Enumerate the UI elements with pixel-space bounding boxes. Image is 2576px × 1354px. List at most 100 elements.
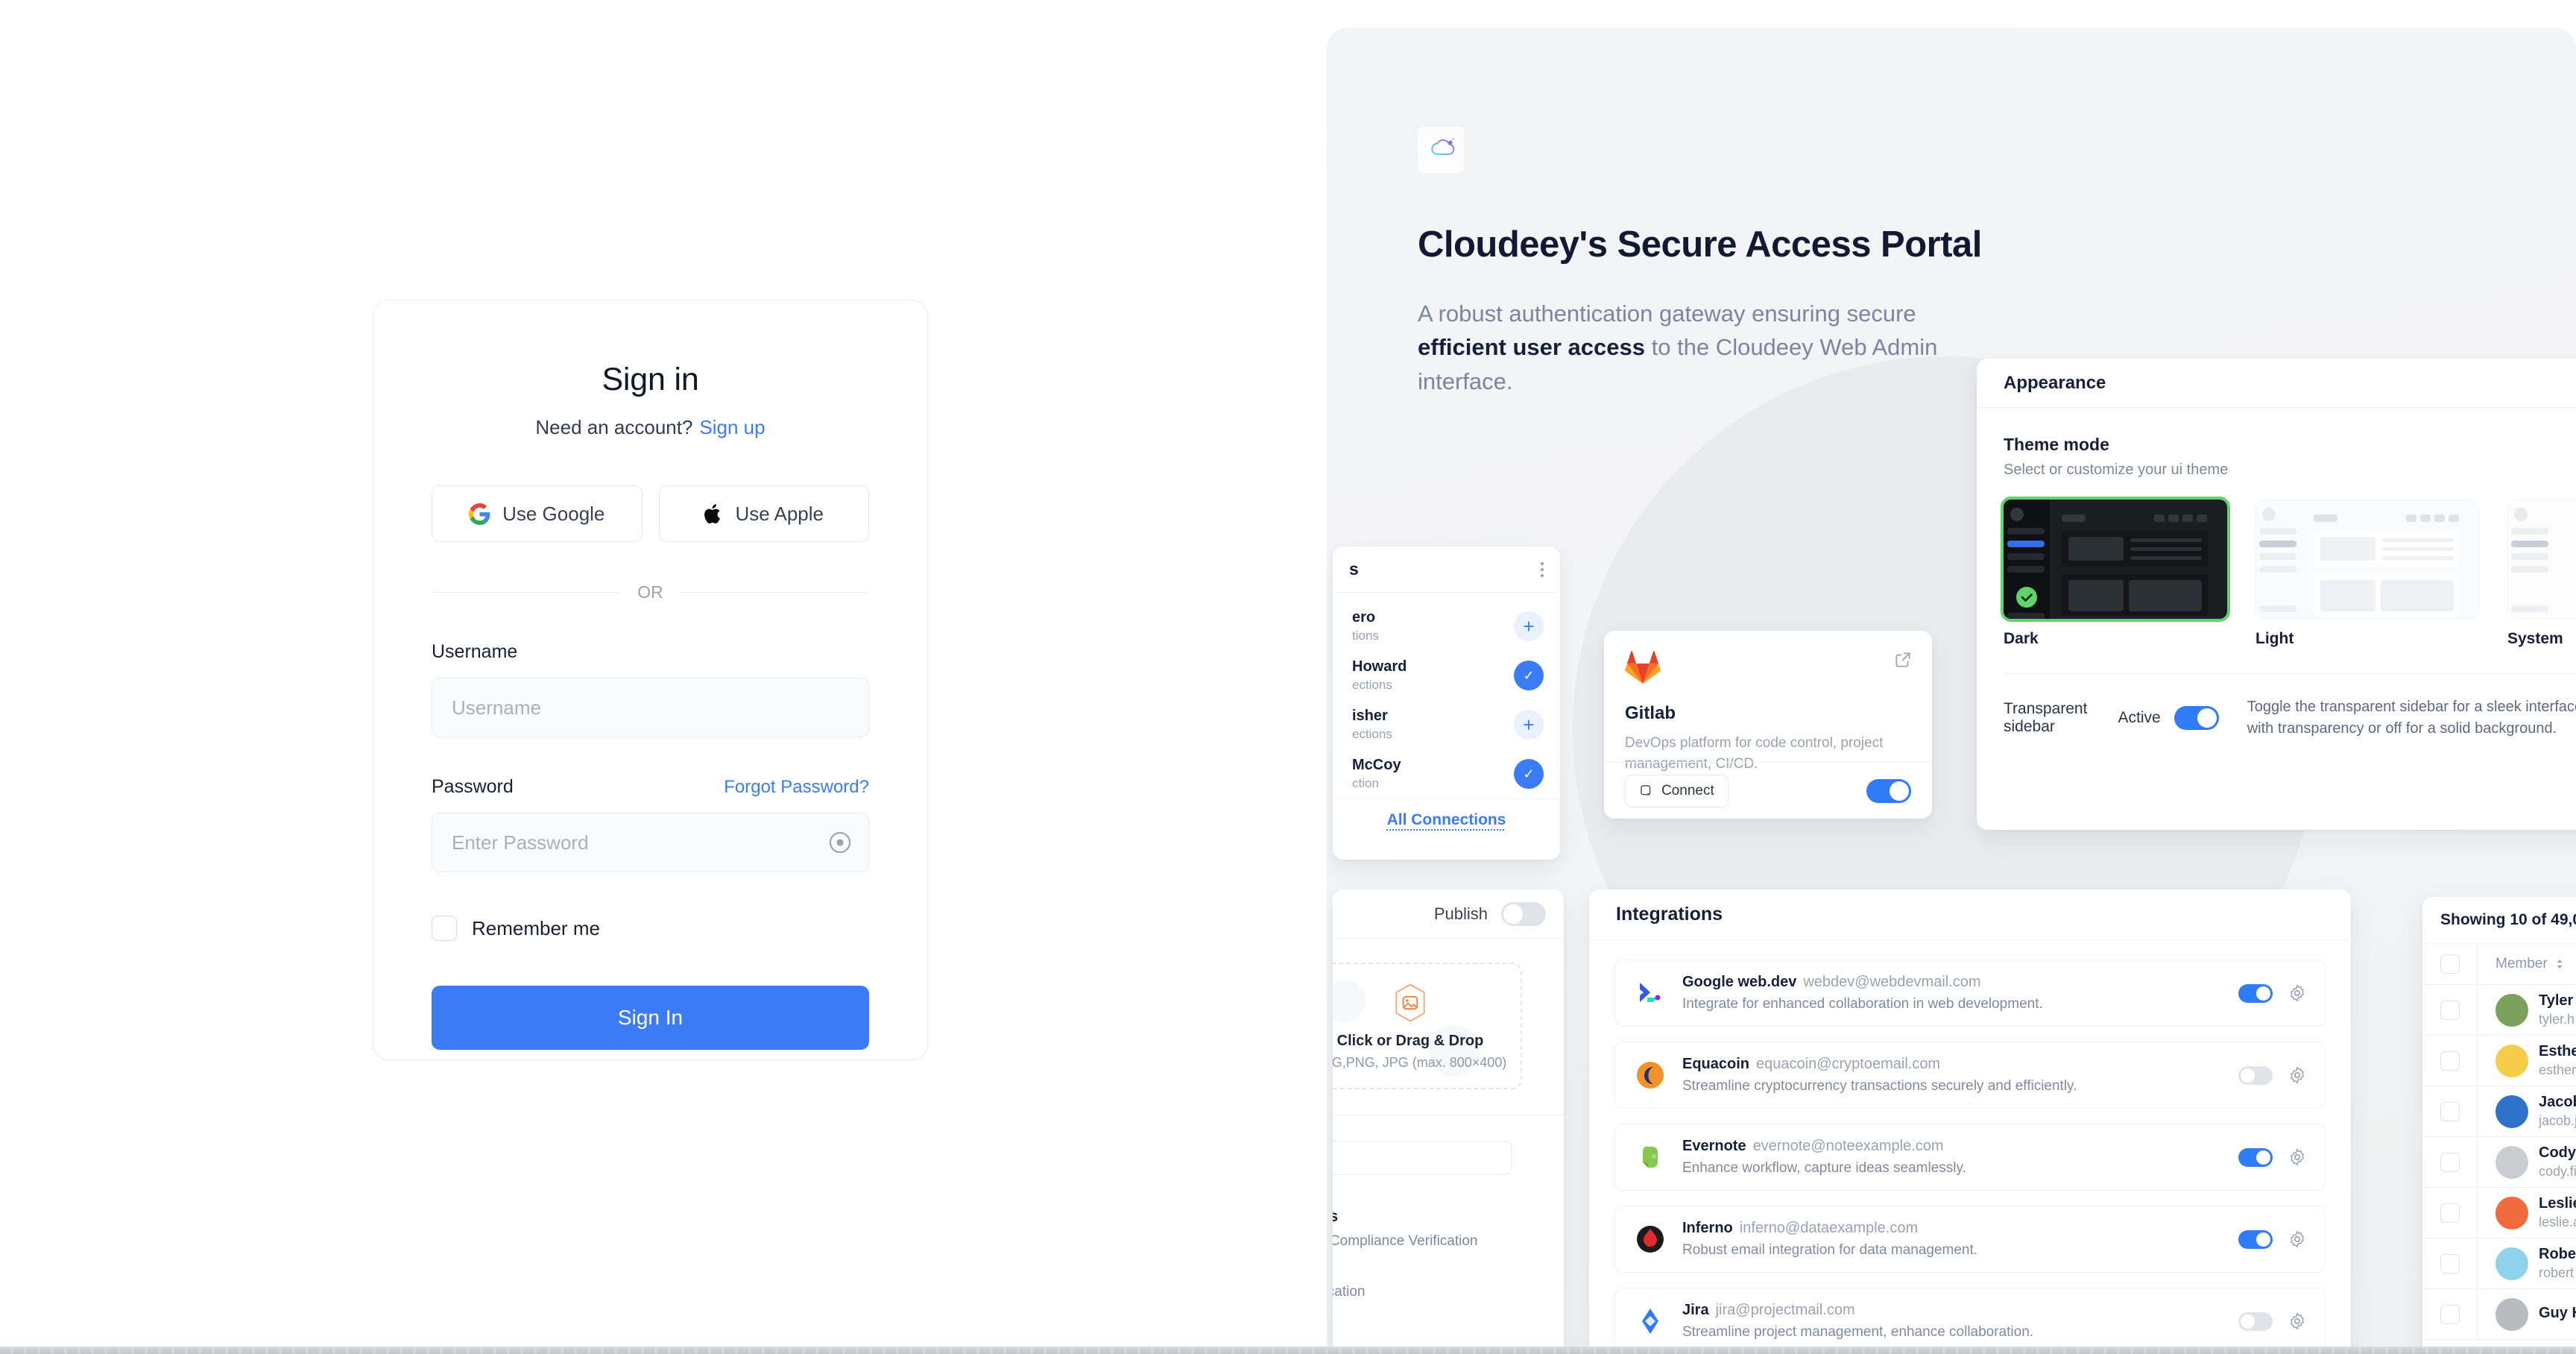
integration-toggle[interactable] <box>2238 983 2273 1003</box>
integration-email: evernote@noteexample.com <box>1752 1138 1944 1154</box>
list-item[interactable]: McCoy ction ✓ <box>1333 749 1560 799</box>
member-name: Jacob <box>2539 1094 2576 1110</box>
connection-name: isher <box>1352 708 1388 724</box>
dark-theme-preview-icon <box>2004 500 2227 619</box>
need-account-text: Need an account? <box>535 416 693 438</box>
theme-label-light: Light <box>2255 630 2294 647</box>
table-row[interactable]: Guy H <box>2422 1289 2576 1340</box>
connection-name: McCoy <box>1352 757 1401 773</box>
theme-option-light[interactable]: Light <box>2255 500 2479 648</box>
username-label: Username <box>432 641 518 662</box>
external-link-icon[interactable] <box>1893 650 1913 670</box>
table-row[interactable]: Inferno inferno@dataexample.com Robust em… <box>1614 1206 2326 1273</box>
sign-in-button[interactable]: Sign In <box>432 986 869 1050</box>
gear-icon[interactable] <box>2288 1229 2307 1249</box>
signin-pane: Sign in Need an account? Sign up Use Goog… <box>0 0 1327 1354</box>
row-checkbox[interactable] <box>2440 1101 2460 1121</box>
upload-section-subtitle: & Compliance Verification <box>1333 1233 1478 1249</box>
use-google-button[interactable]: Use Google <box>432 485 643 542</box>
avatar <box>2496 1297 2528 1331</box>
row-checkbox[interactable] <box>2440 1253 2460 1273</box>
use-google-label: Use Google <box>502 502 605 525</box>
integration-toggle[interactable] <box>2238 1065 2273 1085</box>
gear-icon[interactable] <box>2288 983 2307 1003</box>
connect-button[interactable]: Connect <box>1625 774 1729 807</box>
integration-heading: Inferno inferno@dataexample.com <box>1682 1220 2223 1237</box>
connections-card: s ero tions + Howard ections ✓ isher ect… <box>1333 547 1560 860</box>
integration-name: Inferno <box>1682 1220 1733 1236</box>
username-input[interactable] <box>432 678 869 737</box>
member-column-label[interactable]: Member <box>2496 956 2565 972</box>
theme-mode-subtitle: Select or customize your ui theme <box>2004 462 2229 478</box>
gitlab-name: Gitlab <box>1625 703 1676 723</box>
gitlab-toggle[interactable] <box>1866 778 1911 803</box>
member-email: jacob.j <box>2539 1113 2576 1128</box>
integration-description: Integrate for enhanced collaboration in … <box>1682 996 2043 1012</box>
dropzone-subtitle: SVG,PNG, JPG (max. 800×400) <box>1333 1054 1507 1070</box>
transparent-sidebar-toggle[interactable] <box>2174 706 2219 730</box>
more-options-icon[interactable] <box>1541 561 1544 577</box>
integration-email: jira@projectmail.com <box>1715 1302 1855 1318</box>
table-row[interactable]: Evernote evernote@noteexample.com Enhance… <box>1614 1124 2326 1191</box>
list-item[interactable]: Howard ections ✓ <box>1333 651 1560 700</box>
gear-icon[interactable] <box>2288 1065 2307 1085</box>
row-select-cell <box>2422 1238 2478 1288</box>
select-all-checkbox[interactable] <box>2440 954 2460 974</box>
theme-option-dark[interactable]: Dark <box>2001 497 2230 648</box>
row-select-cell <box>2422 1086 2478 1136</box>
integration-toggle[interactable] <box>2238 1147 2273 1167</box>
row-checkbox[interactable] <box>2440 1304 2460 1324</box>
toggle-password-visibility-icon[interactable] <box>827 830 853 855</box>
member-email: robert <box>2539 1265 2575 1280</box>
transparent-sidebar-label: Transparent sidebar <box>2004 700 2088 735</box>
transparent-sidebar-description: Toggle the transparent sidebar for a sle… <box>2247 699 2576 737</box>
row-checkbox[interactable] <box>2440 1051 2460 1071</box>
table-row[interactable]: Cody cody.fi <box>2422 1137 2576 1188</box>
add-connection-icon[interactable]: + <box>1514 611 1544 641</box>
table-row[interactable]: Jacob jacob.j <box>2422 1086 2576 1137</box>
integrations-header: Integrations <box>1589 889 2351 940</box>
laptop-bezel <box>0 1347 2576 1354</box>
use-apple-button[interactable]: Use Apple <box>658 485 869 542</box>
oauth-buttons: Use Google Use Apple <box>432 485 869 542</box>
publish-toggle[interactable] <box>1501 901 1546 926</box>
table-row[interactable]: Esthe esther. <box>2422 1036 2576 1086</box>
table-row[interactable]: Tyler tyler.h <box>2422 985 2576 1036</box>
remember-me-checkbox[interactable] <box>432 916 457 941</box>
member-email: tyler.h <box>2539 1012 2575 1027</box>
table-row[interactable]: Rober robert <box>2422 1238 2576 1289</box>
connected-check-icon[interactable]: ✓ <box>1514 759 1544 789</box>
file-dropzone[interactable]: Click or Drag & Drop SVG,PNG, JPG (max. … <box>1333 963 1522 1089</box>
sort-icon[interactable] <box>2554 957 2565 971</box>
member-name: Esthe <box>2539 1043 2576 1059</box>
all-connections-link[interactable]: All Connections <box>1387 811 1506 828</box>
table-row[interactable]: Leslie leslie.a <box>2422 1188 2576 1238</box>
forgot-password-link[interactable]: Forgot Password? <box>724 777 869 798</box>
table-row[interactable]: Google web.dev webdev@webdevmail.com Inte… <box>1614 960 2326 1027</box>
list-item[interactable]: isher ections + <box>1333 700 1560 749</box>
inferno-icon <box>1633 1222 1667 1256</box>
table-row[interactable]: Jira jira@projectmail.com Streamline proj… <box>1614 1288 2326 1354</box>
row-checkbox[interactable] <box>2440 1000 2460 1020</box>
hero-section: Cloudeey's Secure Access Portal A robust… <box>1418 127 2089 398</box>
integration-toggle[interactable] <box>2238 1229 2273 1249</box>
integration-toggle[interactable] <box>2238 1312 2273 1331</box>
theme-option-system[interactable]: System <box>2507 500 2576 648</box>
gear-icon[interactable] <box>2288 1147 2307 1167</box>
password-input[interactable] <box>432 813 869 872</box>
gitlab-card: Gitlab DevOps platform for code control,… <box>1604 631 1932 819</box>
connected-check-icon[interactable]: ✓ <box>1514 661 1544 690</box>
row-checkbox[interactable] <box>2440 1203 2460 1223</box>
row-checkbox[interactable] <box>2440 1152 2460 1172</box>
table-row[interactable]: Equacoin equacoin@cryptoemail.com Streaml… <box>1614 1042 2326 1109</box>
upload-input-placeholder[interactable] <box>1333 1141 1512 1175</box>
appearance-body: Theme mode Select or customize your ui t… <box>1977 408 2576 740</box>
list-item[interactable]: ero tions + <box>1333 602 1560 651</box>
jira-icon <box>1633 1304 1667 1338</box>
signup-link[interactable]: Sign up <box>699 416 765 438</box>
connection-meta: ections <box>1352 678 1392 692</box>
add-connection-icon[interactable]: + <box>1514 710 1544 740</box>
divider-line-right <box>679 592 869 593</box>
theme-label-system: System <box>2507 630 2563 647</box>
gear-icon[interactable] <box>2288 1312 2307 1331</box>
